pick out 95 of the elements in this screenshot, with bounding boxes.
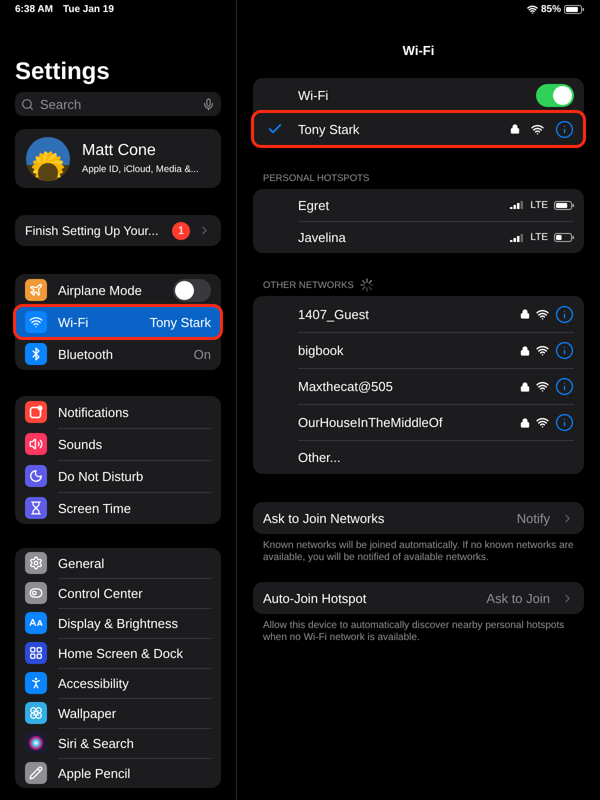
row-label: Ask to Join Networks (263, 510, 384, 526)
network-name: OurHouseInTheMiddleOf (298, 415, 443, 430)
signal-icon (510, 201, 524, 209)
settings-row[interactable]: Notifications (15, 396, 221, 428)
row-label: Do Not Disturb (58, 469, 144, 484)
settings-row[interactable]: Accessibility (15, 668, 221, 698)
row-label: Auto-Join Hotspot (263, 590, 366, 606)
settings-row[interactable]: Wallpaper (15, 698, 221, 728)
profile-card[interactable]: Matt Cone Apple ID, iCloud, Media &... (15, 129, 221, 188)
network-row[interactable]: 1407_Guest (253, 296, 584, 332)
settings-row[interactable]: Apple Pencil (15, 758, 221, 788)
row-label: Notifications (58, 404, 129, 420)
setup-row[interactable]: Finish Setting Up Your... 1 (15, 215, 221, 246)
info-icon[interactable] (555, 341, 574, 360)
network-type: LTE (530, 200, 548, 210)
network-row[interactable]: Maxthecat@505 (253, 368, 584, 404)
network-row[interactable]: bigbook (253, 332, 584, 368)
info-icon[interactable] (555, 377, 574, 396)
status-time: 6:38 AM (15, 4, 53, 14)
row-label: General (58, 556, 104, 570)
info-icon[interactable] (555, 413, 574, 432)
row-label: Display & Brightness (58, 616, 178, 631)
search-icon (21, 98, 34, 110)
count-badge: 1 (172, 222, 190, 240)
settings-row[interactable]: Display & Brightness (15, 608, 221, 638)
network-name: Egret (298, 198, 330, 212)
row-label: Finish Setting Up Your... (25, 224, 158, 238)
row-label: Apple Pencil (58, 766, 130, 781)
other-network-row[interactable]: Other... (253, 440, 584, 474)
search-field[interactable]: Search (15, 92, 221, 116)
settings-row[interactable]: Wi-Fi Tony Stark (15, 306, 221, 338)
settings-row[interactable]: Home Screen & Dock (15, 638, 221, 668)
status-date: Tue Jan 19 (62, 4, 114, 14)
footnote: Allow this device to automatically discover nearby personal hotspots when no Wi-Fi network is available. (263, 620, 566, 644)
row-label: Wi-Fi (298, 88, 328, 102)
settings-row[interactable]: Ask to Join Networks Notify (253, 502, 584, 534)
battery-icon (554, 200, 574, 210)
row-label: Sounds (58, 437, 102, 452)
search-input[interactable]: Search (38, 96, 198, 112)
row-label: Wallpaper (58, 706, 116, 721)
network-name: bigbook (298, 343, 344, 358)
row-label: Siri & Search (58, 736, 134, 751)
row-value: On (194, 347, 211, 362)
row-label: Accessibility (58, 676, 129, 691)
network-name: Maxthecat@505 (298, 379, 393, 394)
settings-row[interactable]: Do Not Disturb (15, 460, 221, 492)
hotspot-row[interactable]: Javelina LTE (253, 221, 584, 253)
wifi-icon (536, 380, 549, 393)
spinner-icon (360, 278, 374, 292)
microphone-icon[interactable] (202, 98, 215, 110)
battery-icon (554, 233, 574, 242)
row-label: Bluetooth (58, 347, 113, 362)
wifi-icon (526, 4, 538, 14)
settings-row[interactable]: General (15, 548, 221, 578)
section-header: OTHER NETWORKS (263, 280, 354, 290)
wifi-icon (536, 416, 549, 429)
hotspot-row[interactable]: Egret LTE (253, 189, 584, 221)
info-icon[interactable] (555, 120, 574, 138)
network-name: 1407_Guest (298, 306, 369, 322)
wifi-icon (531, 122, 544, 136)
row-label: Home Screen & Dock (58, 646, 183, 661)
battery-icon (564, 4, 584, 14)
settings-row[interactable]: Bluetooth On (15, 338, 221, 370)
settings-row[interactable]: Screen Time (15, 492, 221, 524)
row-label: Airplane Mode (58, 282, 142, 298)
profile-subtitle: Apple ID, iCloud, Media &... (82, 164, 199, 175)
row-value: Notify (516, 510, 550, 526)
row-label: Other... (298, 450, 341, 465)
row-value: Tony Stark (150, 314, 211, 330)
wifi-icon (536, 308, 549, 320)
footnote: Known networks will be joined automatically. If no known networks are available, you will be notified of available networks. (263, 540, 574, 564)
row-label: Wi-Fi (58, 314, 88, 330)
row-label: Screen Time (58, 501, 131, 516)
toggle-switch[interactable] (536, 84, 574, 106)
settings-row[interactable]: Control Center (15, 578, 221, 608)
profile-name: Matt Cone (82, 142, 157, 160)
signal-icon (510, 234, 524, 242)
network-type: LTE (530, 232, 548, 243)
settings-row[interactable]: Sounds (15, 428, 221, 460)
page-title: Settings (15, 58, 111, 86)
section-header: PERSONAL HOTSPOTS (263, 172, 370, 184)
network-row[interactable]: Tony Stark (253, 112, 584, 146)
settings-row[interactable]: Auto-Join Hotspot Ask to Join (253, 582, 584, 614)
wifi-icon (536, 344, 549, 357)
network-name: Tony Stark (298, 122, 360, 136)
pane-title: Wi-Fi (402, 42, 436, 60)
info-icon[interactable] (555, 304, 574, 324)
row-value: Ask to Join (486, 590, 550, 606)
toggle-switch[interactable] (173, 278, 211, 302)
network-name: Javelina (298, 230, 346, 245)
row-label: Control Center (58, 586, 143, 601)
battery-percent: 85% (540, 4, 561, 14)
settings-row[interactable]: Siri & Search (15, 728, 221, 758)
settings-row[interactable]: Airplane Mode (15, 274, 221, 306)
network-row[interactable]: OurHouseInTheMiddleOf (253, 404, 584, 440)
